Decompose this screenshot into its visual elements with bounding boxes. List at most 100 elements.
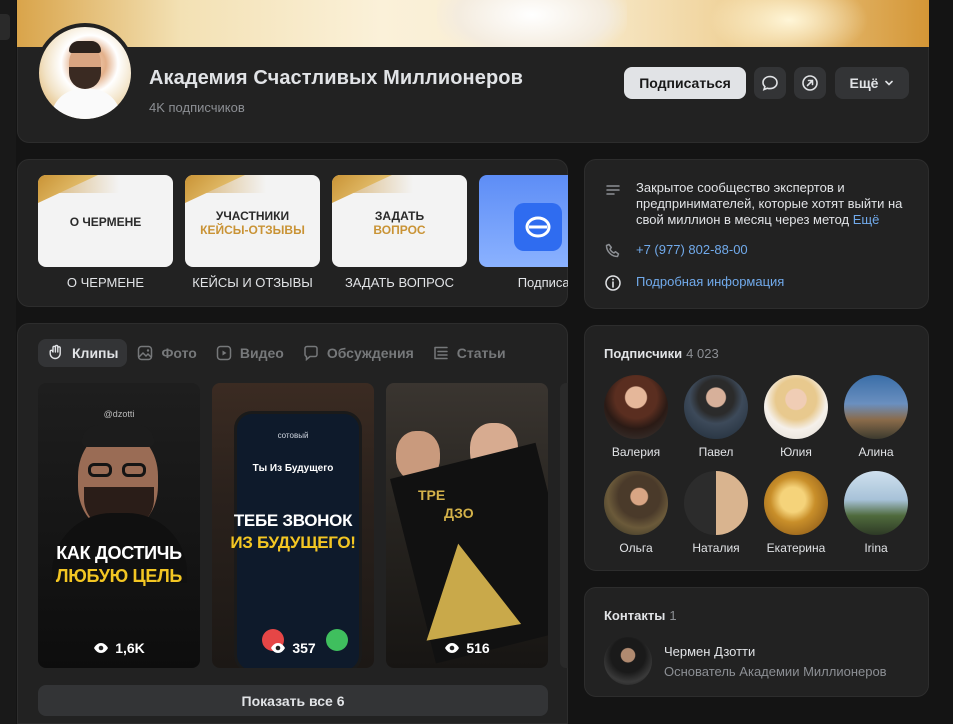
group-title: Академия Счастливых Миллионеров: [149, 67, 523, 89]
show-all-clips-button[interactable]: Показать все 6: [38, 685, 548, 716]
follower-avatar: [844, 375, 908, 439]
follower-name: Валерия: [611, 445, 661, 459]
contacts-title-label: Контакты: [604, 608, 666, 623]
clip-views: 357: [212, 640, 374, 656]
tile-line1: О ЧЕРМЕНЕ: [69, 215, 142, 229]
follower-item[interactable]: Павел: [676, 375, 756, 459]
avatar-hair: [69, 41, 101, 53]
clip-title-line1: КАК ДОСТИЧЬ: [56, 543, 182, 563]
group-avatar[interactable]: [35, 23, 135, 123]
tab-discussions[interactable]: Обсуждения: [293, 339, 423, 367]
clip-handle: @dzotti: [103, 409, 135, 419]
clip-title-line2: ДЗО: [444, 505, 474, 521]
follower-avatar: [604, 471, 668, 535]
articles-icon: [434, 346, 448, 360]
cover-figure: [437, 0, 627, 50]
group-header: [17, 47, 929, 143]
contact-avatar[interactable]: [604, 637, 652, 685]
follower-name: Ольга: [619, 541, 653, 555]
clip-4-peek[interactable]: [560, 383, 568, 668]
clip-3[interactable]: ТРЕ ДЗО 516: [386, 383, 548, 668]
clip-views: 1,6K: [38, 640, 200, 656]
subscribers-count[interactable]: 4K подписчиков: [149, 100, 245, 115]
tab-label: Обсуждения: [326, 345, 414, 361]
follower-item[interactable]: Валерия: [596, 375, 676, 459]
follower-avatar: [684, 471, 748, 535]
follower-item[interactable]: Алина: [836, 375, 916, 459]
app-glyph-icon: [525, 216, 551, 238]
cover-shine: [709, 0, 869, 50]
clip-pyramid: [410, 535, 522, 641]
quick-link-about[interactable]: О ЧЕРМЕНЕ: [38, 175, 173, 267]
clip-views: 516: [386, 640, 548, 656]
details-link[interactable]: Подробная информация: [636, 274, 784, 290]
phone-row[interactable]: +7 (977) 802-88-00: [604, 242, 748, 260]
message-button[interactable]: [754, 67, 786, 99]
follower-avatar: [684, 375, 748, 439]
clip-1[interactable]: @dzotti КАК ДОСТИЧЬ ЛЮБУЮ ЦЕЛЬ 1,6K: [38, 383, 200, 668]
share-icon: [802, 75, 818, 91]
clip-glasses-right: [122, 463, 146, 477]
tile-line1: ЗАДАТЬ: [374, 209, 425, 223]
follower-avatar: [764, 375, 828, 439]
contact-role: Основатель Академии Миллионеров: [664, 664, 887, 679]
phone-link[interactable]: +7 (977) 802-88-00: [636, 242, 748, 258]
quick-link-question[interactable]: ЗАДАТЬ ВОПРОС: [332, 175, 467, 267]
quick-link-label: Подписат: [517, 275, 568, 290]
tab-label: Статьи: [456, 345, 506, 361]
tab-video[interactable]: Видео: [206, 339, 293, 367]
tile-line1: УЧАСТНИКИ: [215, 209, 290, 223]
follower-name: Наталия: [692, 541, 740, 555]
follower-item[interactable]: Irina: [836, 471, 916, 555]
description-row: Закрытое сообщество экспертов и предприн…: [604, 180, 912, 228]
more-button[interactable]: Ещё: [835, 67, 909, 99]
eye-icon: [271, 643, 286, 653]
tile-line2: ВОПРОС: [373, 223, 426, 237]
follower-item[interactable]: Екатерина: [756, 471, 836, 555]
tab-label: Клипы: [72, 345, 119, 361]
quick-link-cases[interactable]: УЧАСТНИКИ КЕЙСЫ-ОТЗЫВЫ: [185, 175, 320, 267]
clip-operator: сотовый: [277, 431, 309, 440]
description-more-link[interactable]: Ещё: [853, 212, 880, 227]
follower-avatar: [844, 471, 908, 535]
details-row[interactable]: Подробная информация: [604, 274, 784, 292]
left-sidebar-edge: [0, 0, 16, 724]
subscribe-button[interactable]: Подписаться: [624, 67, 746, 99]
clip-title-line2: ЛЮБУЮ ЦЕЛЬ: [55, 566, 183, 586]
quick-links-viewport: О ЧЕРМЕНЕ УЧАСТНИКИ КЕЙСЫ-ОТЗЫВЫ ЗАДАТЬ …: [17, 159, 568, 307]
quick-link-label: КЕЙСЫ И ОТЗЫВЫ: [192, 275, 313, 290]
followers-title[interactable]: Подписчики 4 023: [604, 346, 719, 361]
follower-avatar: [604, 375, 668, 439]
tab-photo[interactable]: Фото: [127, 339, 205, 367]
discussions-icon: [304, 345, 318, 362]
quick-link-subscribe[interactable]: [479, 175, 568, 267]
description-icon: [606, 185, 620, 195]
tab-clips[interactable]: Клипы: [38, 339, 128, 367]
avatar-beard: [69, 67, 101, 89]
share-button[interactable]: [794, 67, 826, 99]
views-count: 1,6K: [115, 640, 145, 656]
views-count: 516: [466, 640, 490, 656]
follower-item[interactable]: Юлия: [756, 375, 836, 459]
clip-glasses-left: [88, 463, 112, 477]
description-text: Закрытое сообщество экспертов и предприн…: [636, 180, 912, 228]
message-icon: [762, 75, 778, 91]
eye-icon: [94, 643, 109, 653]
contacts-count: 1: [669, 608, 677, 623]
clip-person-cap: [82, 425, 154, 447]
follower-item[interactable]: Наталия: [676, 471, 756, 555]
left-tab: [0, 14, 10, 40]
contact-name[interactable]: Чермен Дзотти: [664, 644, 755, 659]
video-icon: [216, 345, 232, 361]
tab-articles[interactable]: Статьи: [423, 339, 515, 367]
follower-name: Алина: [858, 445, 894, 459]
clip-title-line2: ИЗ БУДУЩЕГО!: [230, 533, 356, 552]
followers-title-label: Подписчики: [604, 346, 683, 361]
follower-item[interactable]: Ольга: [596, 471, 676, 555]
follower-name: Павел: [698, 445, 734, 459]
contacts-title[interactable]: Контакты 1: [604, 608, 677, 623]
eye-icon: [445, 643, 460, 653]
followers-count: 4 023: [686, 346, 719, 361]
views-count: 357: [292, 640, 316, 656]
clip-2[interactable]: сотовый Ты Из Будущего ТЕБЕ ЗВОНОК ИЗ БУ…: [212, 383, 374, 668]
